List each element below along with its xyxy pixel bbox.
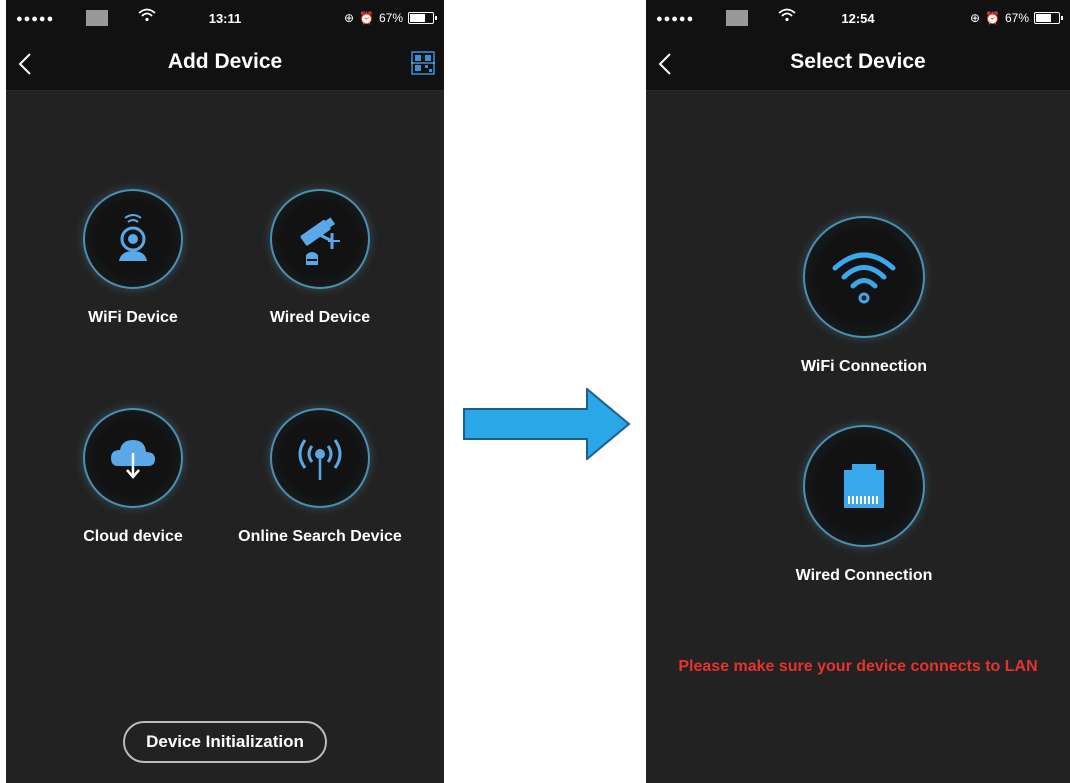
wifi-camera-icon bbox=[119, 214, 147, 261]
wifi-device-ring bbox=[83, 189, 183, 289]
add-device-screen: ●●●●● 13:11 ⊕ ⏰ 67% Add Device WiFi Devi… bbox=[6, 0, 444, 783]
page-title: Add Device bbox=[167, 50, 283, 73]
online-search-ring bbox=[270, 408, 370, 508]
wired-device-option[interactable]: Wired Device bbox=[220, 189, 420, 327]
alarm-icon: ⏰ bbox=[985, 11, 1000, 25]
wired-device-ring bbox=[270, 189, 370, 289]
wired-connection-label: Wired Connection bbox=[795, 567, 933, 584]
alarm-icon: ⏰ bbox=[359, 11, 374, 25]
nav-bar: Add Device bbox=[6, 40, 444, 91]
wifi-connection-option[interactable]: WiFi Connection bbox=[764, 216, 964, 376]
status-indicators: ⊕ ⏰ 67% bbox=[969, 11, 1063, 25]
battery-fill bbox=[1036, 14, 1051, 22]
battery-percent: 67% bbox=[1004, 11, 1029, 25]
security-camera-icon bbox=[300, 217, 340, 265]
battery-icon bbox=[408, 12, 437, 24]
broadcast-signal-icon bbox=[298, 439, 342, 480]
wired-device-label: Wired Device bbox=[269, 309, 371, 326]
wifi-connection-ring bbox=[803, 216, 925, 338]
select-device-screen: ●●●●● 12:54 ⊕ ⏰ 67% Select Device WiFi C… bbox=[646, 0, 1070, 783]
status-bar: ●●●●● 13:11 ⊕ ⏰ 67% bbox=[6, 0, 444, 40]
flow-arrow-icon bbox=[463, 388, 631, 460]
battery-nub bbox=[1061, 16, 1063, 20]
lan-warning-text: Please make sure your device connects to… bbox=[678, 658, 1038, 675]
ethernet-port-icon bbox=[844, 464, 884, 508]
wifi-connection-label: WiFi Connection bbox=[800, 358, 928, 375]
lock-rotation-icon: ⊕ bbox=[343, 11, 355, 25]
cloud-device-label: Cloud device bbox=[83, 528, 183, 545]
cloud-device-ring bbox=[83, 408, 183, 508]
wifi-icon bbox=[832, 252, 896, 304]
battery-icon bbox=[1034, 12, 1063, 24]
online-search-device-option[interactable]: Online Search Device bbox=[220, 408, 420, 546]
status-bar: ●●●●● 12:54 ⊕ ⏰ 67% bbox=[646, 0, 1070, 40]
wired-connection-option[interactable]: Wired Connection bbox=[764, 425, 964, 585]
page-title: Select Device bbox=[790, 50, 926, 73]
wifi-device-option[interactable]: WiFi Device bbox=[33, 189, 233, 327]
nav-bar: Select Device bbox=[646, 40, 1070, 91]
cloud-download-icon bbox=[111, 440, 155, 479]
cloud-device-option[interactable]: Cloud device bbox=[33, 408, 233, 546]
wifi-device-label: WiFi Device bbox=[88, 309, 178, 326]
status-indicators: ⊕ ⏰ 67% bbox=[343, 11, 437, 25]
wired-connection-ring bbox=[803, 425, 925, 547]
online-search-label: Online Search Device bbox=[238, 528, 402, 545]
battery-percent: 67% bbox=[378, 11, 403, 25]
battery-fill bbox=[410, 14, 425, 22]
device-initialization-button[interactable]: Device Initialization bbox=[123, 721, 327, 763]
battery-nub bbox=[435, 16, 437, 20]
qr-scan-icon[interactable] bbox=[410, 50, 436, 76]
lock-rotation-icon: ⊕ bbox=[969, 11, 981, 25]
